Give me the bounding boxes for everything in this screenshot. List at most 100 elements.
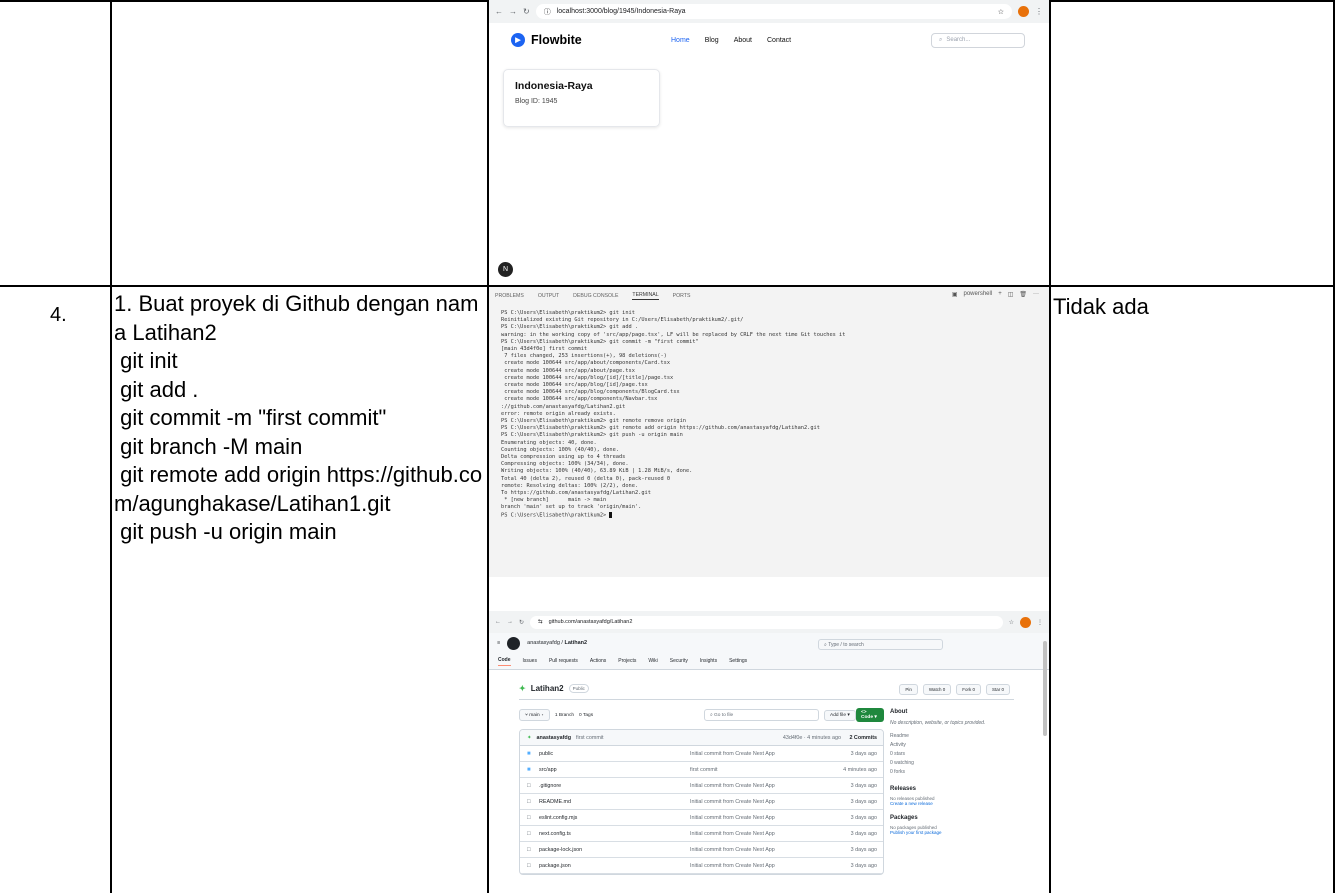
tab-problems[interactable]: PROBLEMS — [495, 293, 524, 299]
publish-package-link[interactable]: Publish your first package — [890, 830, 1020, 835]
back-icon[interactable]: ← — [495, 7, 503, 16]
nav-about[interactable]: About — [734, 37, 752, 44]
menu-dots-icon[interactable]: ⋮ — [1037, 619, 1043, 626]
about-watching[interactable]: 0 watching — [890, 759, 1020, 768]
github-logo-icon[interactable] — [507, 636, 521, 650]
file-row[interactable]: □ package.json Initial commit from Create … — [520, 858, 883, 874]
file-row[interactable]: ■ public Initial commit from Create Next A… — [520, 746, 883, 762]
bookmark-icon[interactable]: ☆ — [1009, 619, 1014, 626]
file-name[interactable]: eslint.config.mjs — [539, 815, 577, 821]
file-name[interactable]: next.config.ts — [539, 831, 571, 837]
file-name[interactable]: package.json — [539, 863, 571, 869]
file-commit-message[interactable]: Initial commit from Create Next App — [690, 783, 775, 789]
hamburger-icon[interactable]: ≡ — [497, 640, 500, 646]
reload-icon[interactable]: ↻ — [523, 7, 530, 16]
tab-actions[interactable]: Actions — [590, 658, 606, 664]
tab-ports[interactable]: PORTS — [673, 293, 691, 299]
file-name[interactable]: README.md — [539, 799, 571, 805]
commit-author[interactable]: anastasyafdg — [537, 735, 571, 741]
file-name[interactable]: public — [539, 751, 553, 757]
create-release-link[interactable]: Create a new release — [890, 801, 1020, 806]
tab-terminal[interactable]: TERMINAL — [632, 292, 659, 300]
tab-debug-console[interactable]: DEBUG CONSOLE — [573, 293, 618, 299]
terminal-screenshot: PROBLEMS OUTPUT DEBUG CONSOLE TERMINAL P… — [489, 287, 1049, 577]
nav-contact[interactable]: Contact — [767, 37, 791, 44]
tags-link[interactable]: 0 Tags — [579, 713, 593, 718]
new-terminal-icon[interactable]: + — [998, 291, 1002, 298]
profile-avatar[interactable] — [1018, 6, 1029, 17]
more-icon[interactable]: ··· — [1033, 291, 1039, 298]
fork-button[interactable]: Fork 0 — [956, 684, 981, 695]
blog-card[interactable]: Indonesia-Raya Blog ID: 1945 — [503, 69, 660, 127]
file-commit-message[interactable]: Initial commit from Create Next App — [690, 799, 775, 805]
github-search-input[interactable]: ⌕ Type / to search — [818, 639, 943, 650]
forward-icon[interactable]: → — [507, 619, 513, 625]
file-commit-message[interactable]: Initial commit from Create Next App — [690, 815, 775, 821]
browser-toolbar-github: ← → ↻ ⇆ github.com/anastasyafdg/Latihan2… — [489, 611, 1049, 633]
next-dev-badge[interactable]: N — [498, 262, 513, 277]
file-name[interactable]: .gitignore — [539, 783, 561, 789]
about-activity[interactable]: Activity — [890, 741, 1020, 750]
commit-message[interactable]: first commit — [576, 735, 604, 741]
file-row[interactable]: □ README.md Initial commit from Create Nex… — [520, 794, 883, 810]
star-button[interactable]: Star 0 — [985, 684, 1010, 695]
tab-pull-requests[interactable]: Pull requests — [549, 658, 578, 664]
file-name[interactable]: package-lock.json — [539, 847, 582, 853]
back-icon[interactable]: ← — [495, 619, 501, 625]
tab-insights[interactable]: Insights — [700, 658, 717, 664]
file-commit-message[interactable]: Initial commit from Create Next App — [690, 831, 775, 837]
repo-link[interactable]: Latihan2 — [564, 640, 587, 646]
site-info-icon[interactable]: ⓘ — [544, 7, 551, 17]
site-settings-icon[interactable]: ⇆ — [538, 619, 543, 625]
address-bar[interactable]: ⓘ localhost:3000/blog/1945/Indonesia-Ray… — [535, 4, 1012, 19]
split-terminal-icon[interactable]: ◫ — [1008, 291, 1014, 298]
menu-dots-icon[interactable]: ⋮ — [1035, 7, 1043, 16]
go-to-file-input[interactable]: ⌕ Go to file — [704, 709, 819, 721]
nav-home[interactable]: Home — [671, 37, 690, 44]
branch-select[interactable]: ⑂ main ▾ — [519, 709, 550, 721]
nav-blog[interactable]: Blog — [705, 37, 719, 44]
commit-hash[interactable]: 43d4f0e · 4 minutes ago — [783, 735, 841, 741]
file-row[interactable]: ■ src/app first commit 4 minutes ago — [520, 762, 883, 778]
file-row[interactable]: □ next.config.ts Initial commit from Creat… — [520, 826, 883, 842]
owner-link[interactable]: anastasyafdg — [527, 640, 560, 646]
file-row[interactable]: □ package-lock.json Initial commit from Cr… — [520, 842, 883, 858]
scrollbar[interactable] — [1043, 641, 1047, 736]
pin-button[interactable]: Pin — [899, 684, 918, 695]
terminal-line: remote: Resolving deltas: 100% (2/2), do… — [501, 482, 639, 489]
file-icon: □ — [527, 782, 531, 789]
add-file-button[interactable]: Add file ▾ — [824, 709, 856, 721]
tab-code[interactable]: Code — [498, 657, 511, 666]
shell-name[interactable]: powershell — [964, 291, 993, 298]
address-bar[interactable]: ⇆ github.com/anastasyafdg/Latihan2 — [530, 615, 1003, 629]
tab-projects[interactable]: Projects — [618, 658, 636, 664]
tab-wiki[interactable]: Wiki — [648, 658, 657, 664]
commit-count[interactable]: 2 Commits — [849, 735, 877, 741]
tab-security[interactable]: Security — [670, 658, 688, 664]
terminal-output[interactable]: PS C:\Users\Elisabeth\praktikum2> git in… — [489, 304, 1049, 525]
bookmark-icon[interactable]: ☆ — [998, 8, 1004, 16]
tab-output[interactable]: OUTPUT — [538, 293, 559, 299]
file-row[interactable]: □ .gitignore Initial commit from Create Ne… — [520, 778, 883, 794]
trash-icon[interactable]: 🗑 — [1019, 291, 1027, 298]
profile-avatar[interactable] — [1020, 616, 1031, 628]
repo-name[interactable]: Latihan2 — [531, 684, 564, 693]
brand-logo[interactable]: ▶ Flowbite — [511, 33, 582, 47]
file-commit-message[interactable]: first commit — [690, 767, 718, 773]
about-forks[interactable]: 0 forks — [890, 768, 1020, 777]
branches-link[interactable]: 1 Branch — [555, 713, 574, 718]
watch-button[interactable]: Watch 0 — [922, 684, 952, 695]
forward-icon[interactable]: → — [509, 7, 517, 16]
file-row[interactable]: □ eslint.config.mjs Initial commit from Cr… — [520, 810, 883, 826]
file-name[interactable]: src/app — [539, 767, 557, 773]
tab-settings[interactable]: Settings — [729, 658, 747, 664]
about-readme[interactable]: Readme — [890, 732, 1020, 741]
file-commit-message[interactable]: Initial commit from Create Next App — [690, 863, 775, 869]
tab-issues[interactable]: Issues — [523, 658, 537, 664]
reload-icon[interactable]: ↻ — [519, 619, 524, 626]
code-button[interactable]: <> Code ▾ — [856, 708, 884, 722]
search-input[interactable]: ⌕ Search... — [931, 32, 1025, 48]
about-stars[interactable]: 0 stars — [890, 750, 1020, 759]
file-commit-message[interactable]: Initial commit from Create Next App — [690, 751, 775, 757]
file-commit-message[interactable]: Initial commit from Create Next App — [690, 847, 775, 853]
